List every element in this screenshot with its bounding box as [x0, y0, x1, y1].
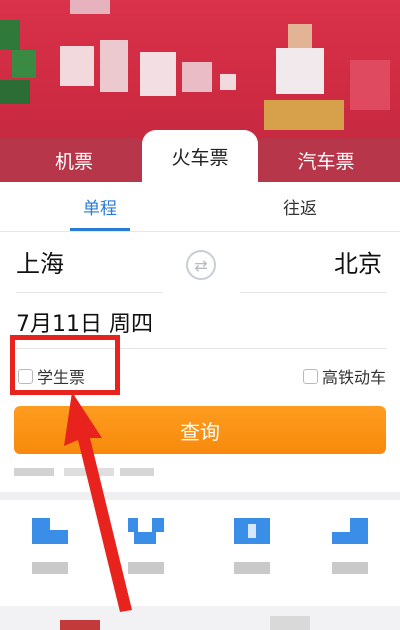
divider: [240, 292, 386, 293]
round-trip-tab[interactable]: 往返: [200, 182, 400, 230]
service-icon-1[interactable]: [32, 518, 68, 544]
service-icon-4[interactable]: [332, 518, 368, 544]
bottom-blurred-strip: [0, 606, 400, 630]
promo-banner[interactable]: [0, 0, 400, 150]
section-divider: [0, 492, 400, 500]
arrival-city[interactable]: 北京: [334, 244, 382, 279]
history-hint-blurred: [14, 466, 154, 478]
high-speed-option[interactable]: 高铁动车: [302, 364, 386, 388]
banner-person-image: [268, 24, 328, 94]
trip-type-selector: 单程 往返: [0, 182, 400, 232]
active-trip-indicator: [70, 228, 130, 231]
high-speed-label: 高铁动车: [321, 368, 386, 387]
banner-decoration: [0, 20, 40, 110]
service-icon-3[interactable]: [234, 518, 270, 544]
service-icons-blurred: [0, 510, 400, 590]
station-selector: 上海 ⇄ 北京: [0, 232, 400, 294]
departure-date[interactable]: 7月11日 周四: [16, 306, 153, 338]
service-label-4: [332, 562, 368, 574]
service-icon-2[interactable]: [128, 518, 164, 544]
one-way-tab[interactable]: 单程: [0, 182, 200, 230]
query-button[interactable]: 查询: [14, 406, 386, 454]
service-label-1: [32, 562, 68, 574]
swap-icon[interactable]: ⇄: [186, 250, 216, 280]
high-speed-checkbox[interactable]: [302, 368, 318, 384]
tab-train[interactable]: 火车票: [142, 130, 258, 182]
annotation-highlight-box: [10, 335, 120, 395]
departure-city[interactable]: 上海: [16, 244, 64, 279]
divider: [16, 292, 162, 293]
tab-flight[interactable]: 机票: [0, 138, 148, 182]
tab-bus[interactable]: 汽车票: [252, 138, 400, 182]
service-label-2: [128, 562, 164, 574]
ticket-tabs: 机票 汽车票 火车票: [0, 130, 400, 182]
service-label-3: [234, 562, 270, 574]
